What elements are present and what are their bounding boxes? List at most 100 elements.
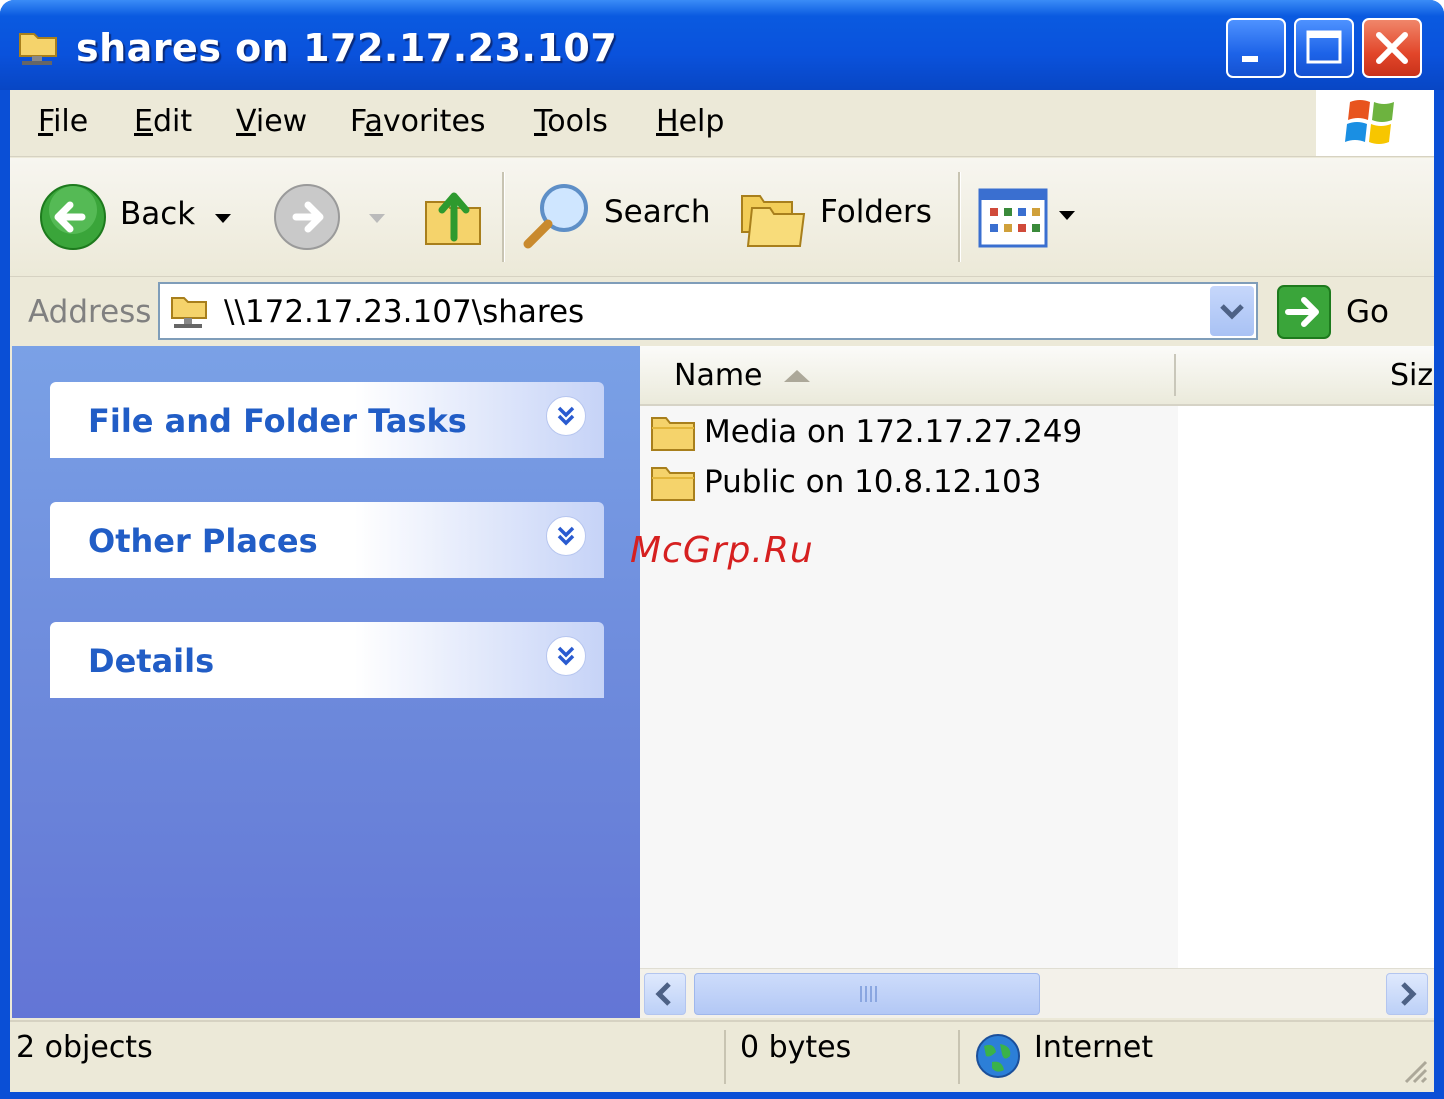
address-bar: Address \\172.17.23.107\shares Go <box>10 278 1434 344</box>
windows-flag-icon <box>1345 100 1394 144</box>
folders-button[interactable]: Folders <box>738 180 938 254</box>
file-list: Name Siz Media on 172.17.27.249 Public o… <box>640 346 1434 1018</box>
sort-ascending-icon <box>784 370 810 382</box>
status-zone: Internet <box>1034 1030 1154 1065</box>
task-section-title: Other Places <box>88 522 318 560</box>
menu-view-accel: V <box>236 104 256 139</box>
close-icon <box>1376 32 1408 64</box>
go-label: Go <box>1346 294 1389 330</box>
menu-file[interactable]: File <box>38 104 88 139</box>
file-and-folder-tasks-panel[interactable]: File and Folder Tasks <box>50 382 604 458</box>
menu-favorites-accel: a <box>364 104 383 139</box>
folder-up-icon <box>425 192 481 245</box>
address-dropdown-button[interactable] <box>1210 286 1254 336</box>
forward-button[interactable] <box>272 182 342 252</box>
search-icon <box>523 184 588 249</box>
status-bar: 2 objects 0 bytes Internet <box>10 1020 1434 1092</box>
search-button[interactable]: Search <box>520 180 720 254</box>
views-button[interactable] <box>978 188 1078 248</box>
expand-chevron-icon[interactable] <box>546 636 586 676</box>
column-divider[interactable] <box>1174 354 1176 396</box>
chevron-down-icon <box>1220 304 1244 320</box>
menu-edit-accel: E <box>134 104 153 139</box>
menu-tools-label: ools <box>547 104 608 139</box>
close-button[interactable] <box>1362 18 1422 78</box>
menu-edit[interactable]: Edit <box>134 104 192 139</box>
menu-favorites[interactable]: Favorites <box>350 104 486 139</box>
menu-view[interactable]: View <box>236 104 307 139</box>
chevron-right-icon <box>1401 982 1417 1006</box>
window-client-area: File Edit View Favorites Tools Help Back… <box>10 90 1434 1092</box>
network-folder-icon <box>19 33 57 65</box>
back-arrow-icon <box>40 184 106 250</box>
forward-dropdown[interactable] <box>368 210 386 229</box>
expand-chevron-icon[interactable] <box>546 396 586 436</box>
windows-logo <box>1316 90 1434 156</box>
scrollbar-thumb[interactable] <box>694 973 1040 1015</box>
menu-edit-label: dit <box>152 104 193 139</box>
list-item-name: Media on 172.17.27.249 <box>704 414 1083 450</box>
column-header: Name Siz <box>640 346 1434 406</box>
forward-arrow-icon <box>274 184 340 250</box>
status-objects: 2 objects <box>16 1030 153 1065</box>
back-dropdown[interactable] <box>214 210 232 229</box>
menu-view-label: iew <box>255 104 308 139</box>
address-value: \\172.17.23.107\shares <box>224 294 585 330</box>
column-header-size[interactable]: Siz <box>1390 358 1433 393</box>
address-label: Address <box>28 294 152 330</box>
watermark-text: McGrp.Ru <box>630 530 814 571</box>
task-pane: File and Folder Tasks Other Places Detai… <box>12 346 640 1018</box>
scroll-right-button[interactable] <box>1386 973 1428 1015</box>
task-section-title: File and Folder Tasks <box>88 402 467 440</box>
menu-tools-accel: T <box>534 104 548 139</box>
horizontal-scrollbar[interactable] <box>640 968 1434 1018</box>
explorer-window: shares on 172.17.23.107 File Edit View F… <box>0 0 1444 1099</box>
views-icon <box>978 188 1048 248</box>
internet-globe-icon <box>976 1034 1020 1078</box>
menu-bar: File Edit View Favorites Tools Help <box>10 90 1434 157</box>
menu-help-label: elp <box>678 104 725 139</box>
up-button[interactable] <box>420 178 490 254</box>
double-chevron-icon <box>557 646 575 666</box>
back-label: Back <box>120 196 196 232</box>
go-arrow-icon <box>1277 285 1331 339</box>
double-chevron-icon <box>557 526 575 546</box>
minimize-button[interactable] <box>1226 18 1286 78</box>
search-label: Search <box>604 194 711 230</box>
address-field[interactable]: \\172.17.23.107\shares <box>158 282 1258 340</box>
scroll-left-button[interactable] <box>644 973 686 1015</box>
dropdown-arrow-icon <box>1059 211 1075 220</box>
maximize-icon <box>1306 30 1342 64</box>
list-item-name: Public on 10.8.12.103 <box>704 464 1042 500</box>
double-chevron-icon <box>557 406 575 426</box>
network-folder-icon <box>171 297 207 328</box>
toolbar-separator <box>958 172 961 262</box>
title-bar[interactable]: shares on 172.17.23.107 <box>0 0 1444 90</box>
folder-icon <box>651 417 695 451</box>
menu-file-accel: F <box>38 104 54 139</box>
menu-favorites-pre: F <box>350 104 365 139</box>
menu-help[interactable]: Help <box>656 104 724 139</box>
menu-favorites-label: vorites <box>382 104 486 139</box>
toolbar-separator <box>502 172 505 262</box>
details-panel[interactable]: Details <box>50 622 604 698</box>
standard-toolbar: Back Search Folders <box>10 158 1434 277</box>
menu-file-label: ile <box>53 104 89 139</box>
status-size: 0 bytes <box>740 1030 852 1065</box>
window-title: shares on 172.17.23.107 <box>76 26 618 70</box>
folders-label: Folders <box>820 194 932 230</box>
chevron-left-icon <box>655 982 671 1006</box>
resize-grip-icon[interactable] <box>1400 1056 1430 1086</box>
dropdown-arrow-icon <box>369 214 385 223</box>
other-places-panel[interactable]: Other Places <box>50 502 604 578</box>
column-header-name[interactable]: Name <box>674 358 763 393</box>
expand-chevron-icon[interactable] <box>546 516 586 556</box>
folders-icon <box>741 195 806 247</box>
menu-tools[interactable]: Tools <box>534 104 608 139</box>
dropdown-arrow-icon <box>215 214 231 223</box>
folder-icon <box>651 467 695 501</box>
maximize-button[interactable] <box>1294 18 1354 78</box>
task-section-title: Details <box>88 642 215 680</box>
grip-icon <box>860 986 877 1002</box>
menu-help-accel: H <box>656 104 679 139</box>
